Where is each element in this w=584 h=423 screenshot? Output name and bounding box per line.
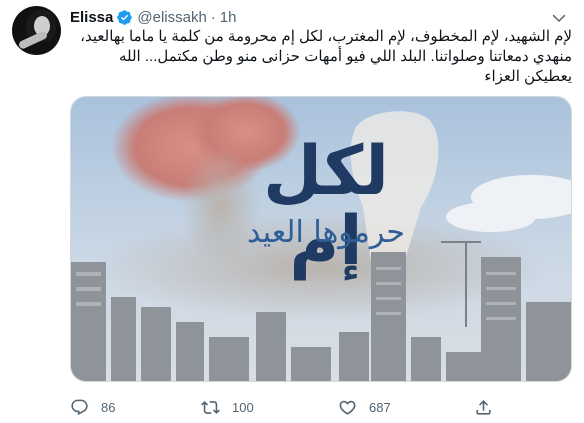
- tweet-text-line: يعطيكن العزاء: [484, 68, 572, 85]
- avatar[interactable]: [12, 6, 61, 55]
- retweet-count: 100: [232, 399, 254, 415]
- image-subtitle: حرموها العيد: [247, 215, 405, 250]
- like-count: 687: [369, 399, 391, 415]
- tweet-text: لإم الشهيد، لإم المخطوف، لإم المغترب، لك…: [70, 27, 572, 87]
- heart-icon: [339, 400, 356, 415]
- share-button[interactable]: [474, 394, 493, 420]
- reply-icon: [71, 399, 88, 415]
- tweet-text-line: لإم الشهيد، لإم المخطوف، لإم المغترب، لك…: [80, 28, 572, 45]
- chevron-down-icon[interactable]: [550, 9, 568, 27]
- timestamp[interactable]: 1h: [220, 9, 237, 26]
- reply-button[interactable]: 86: [70, 394, 115, 420]
- separator-dot: ·: [210, 8, 216, 26]
- author-name[interactable]: Elissa: [70, 9, 113, 26]
- tweet-actions: 86 100 687: [70, 394, 572, 420]
- tweet-text-line: منهدي دمعاتنا وصلواتنا. البلد اللي فيو أ…: [118, 48, 572, 65]
- retweet-icon: [201, 400, 220, 414]
- share-icon: [476, 399, 491, 415]
- image-headline: لكل إم: [263, 132, 389, 281]
- retweet-button[interactable]: 100: [201, 394, 254, 420]
- tweet-image[interactable]: لكل إم حرموها العيد: [70, 96, 572, 382]
- tweet-header: Elissa @elissakh · 1h: [70, 7, 236, 27]
- reply-count: 86: [101, 399, 116, 415]
- verified-badge-icon: [117, 9, 133, 25]
- like-button[interactable]: 687: [338, 394, 391, 420]
- author-handle[interactable]: @elissakh: [137, 9, 206, 26]
